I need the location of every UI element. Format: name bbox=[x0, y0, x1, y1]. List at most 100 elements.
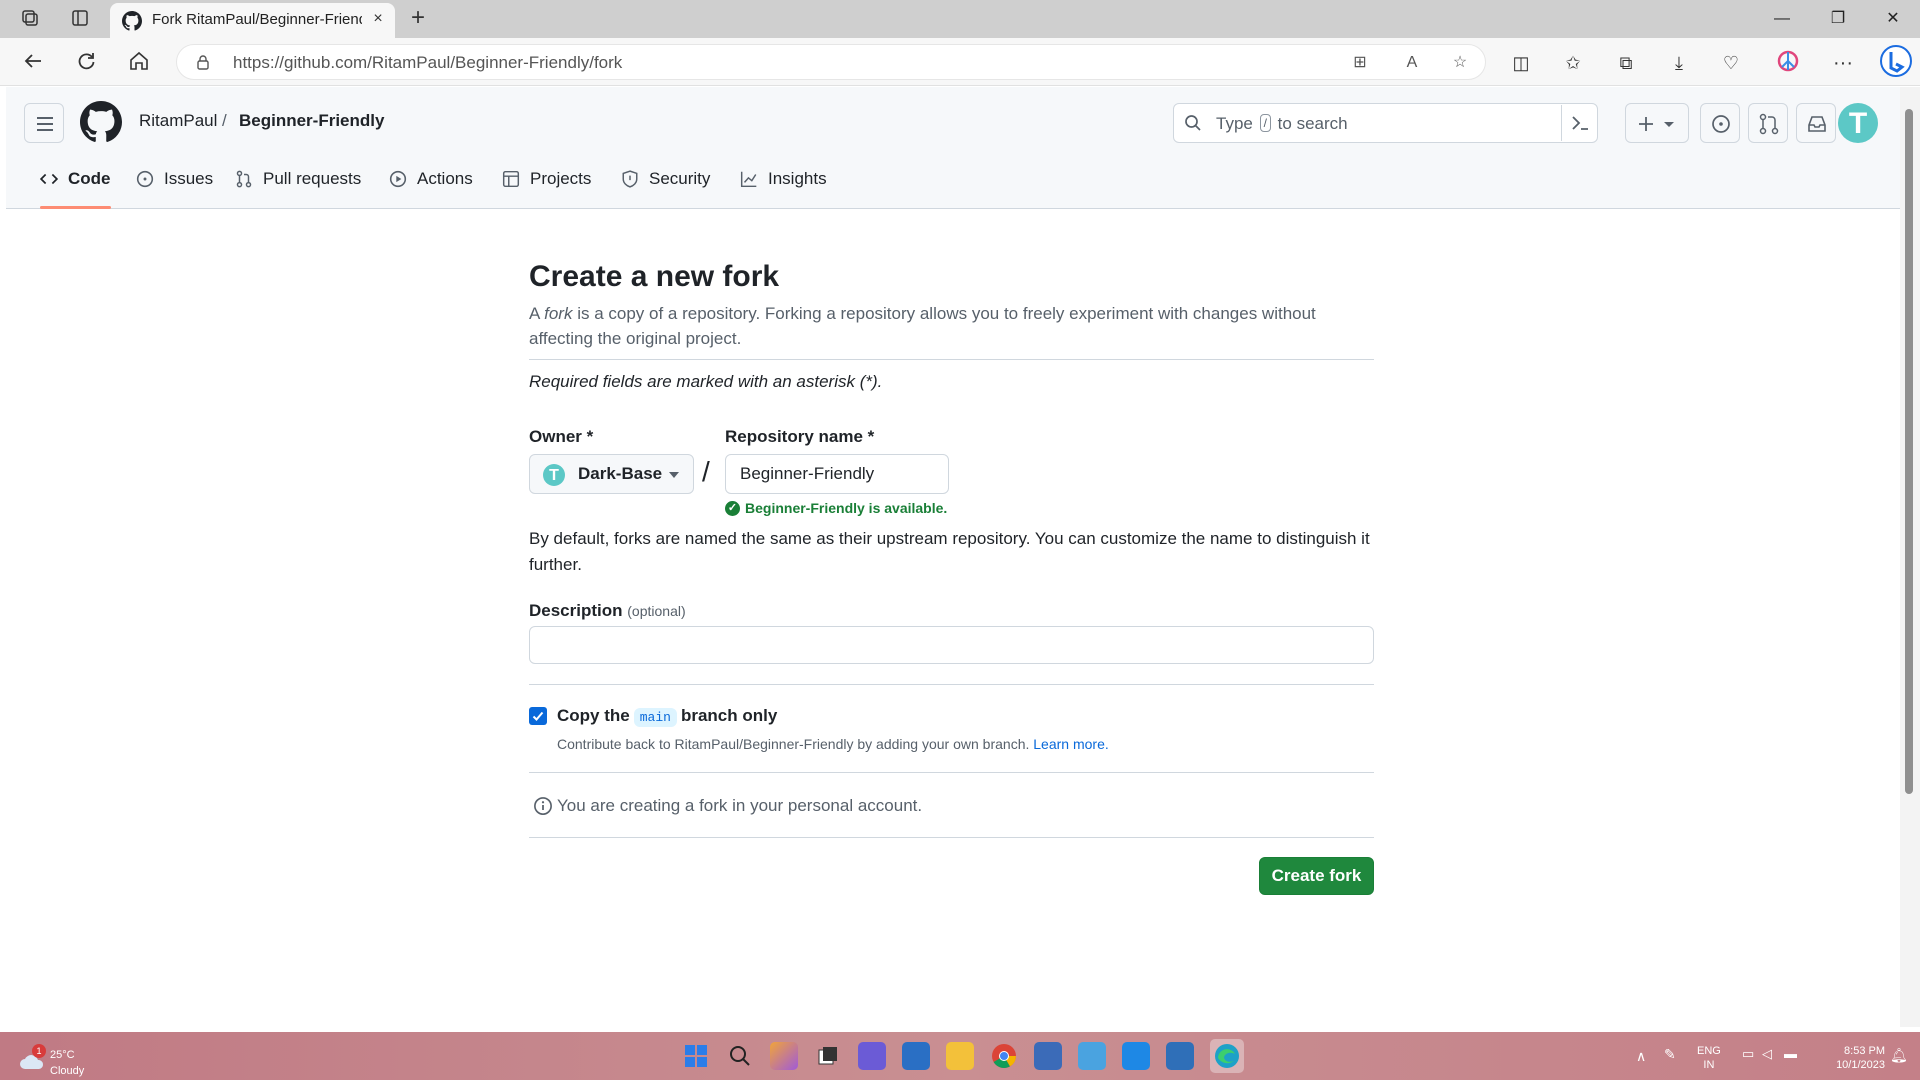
breadcrumb-repo-link[interactable]: Beginner-Friendly bbox=[239, 111, 384, 131]
tab-projects[interactable]: Projects bbox=[502, 159, 591, 209]
tab-insights[interactable]: Insights bbox=[740, 159, 827, 209]
copy-pre-text: Copy the bbox=[557, 706, 630, 725]
command-palette-button[interactable] bbox=[1561, 105, 1597, 141]
scrollbar-thumb[interactable] bbox=[1905, 109, 1913, 794]
breadcrumb-owner-link[interactable]: RitamPaul bbox=[139, 111, 217, 131]
tray-chevron-icon[interactable]: ∧ bbox=[1636, 1048, 1646, 1065]
page-scrollbar[interactable] bbox=[1900, 87, 1920, 1027]
collections-icon[interactable]: ⧉ bbox=[1613, 50, 1639, 76]
browser-toolbar: https://github.com/RitamPaul/Beginner-Fr… bbox=[0, 38, 1920, 86]
back-icon[interactable] bbox=[20, 50, 46, 76]
repo-name-input[interactable] bbox=[725, 454, 949, 494]
volume-icon[interactable]: ◁ bbox=[1762, 1046, 1772, 1062]
code-icon bbox=[40, 173, 58, 185]
network-icon[interactable]: ▭ bbox=[1742, 1046, 1754, 1062]
issues-button[interactable] bbox=[1700, 103, 1740, 143]
copilot-icon[interactable] bbox=[1880, 45, 1912, 77]
search-key-hint: / bbox=[1259, 114, 1271, 132]
divider bbox=[529, 359, 1374, 360]
tab-pull-requests[interactable]: Pull requests bbox=[235, 159, 361, 209]
start-icon[interactable] bbox=[682, 1042, 710, 1070]
description-label-text: Description bbox=[529, 601, 623, 620]
tab-security[interactable]: Security bbox=[621, 159, 710, 209]
task-view-icon[interactable] bbox=[814, 1042, 842, 1070]
github-logo-icon[interactable] bbox=[80, 101, 122, 143]
page-title: Create a new fork bbox=[529, 260, 780, 293]
refresh-icon[interactable] bbox=[73, 50, 99, 76]
search-input[interactable]: Type / to search bbox=[1173, 103, 1598, 143]
tab-code-label: Code bbox=[68, 169, 111, 188]
app-icon[interactable] bbox=[1078, 1042, 1106, 1070]
description-input[interactable] bbox=[529, 626, 1374, 664]
tab-title: Fork RitamPaul/Beginner-Friendly bbox=[152, 11, 362, 28]
minimize-button[interactable]: — bbox=[1762, 4, 1802, 34]
pull-request-icon bbox=[236, 170, 252, 188]
battery-icon[interactable]: ▬ bbox=[1784, 1046, 1797, 1061]
windows-taskbar: 1 25°C Cloudy ∧ ✎ ENG IN ▭ ◁ ▬ 8:53 PM 10/… bbox=[0, 1032, 1920, 1080]
create-new-button[interactable] bbox=[1625, 103, 1689, 143]
lang-1: ENG bbox=[1697, 1045, 1721, 1057]
edge-taskbar-icon[interactable] bbox=[1210, 1039, 1244, 1073]
clock[interactable]: 8:53 PM 10/1/2023 bbox=[1815, 1044, 1885, 1072]
restore-button[interactable]: ❐ bbox=[1818, 4, 1858, 34]
pull-request-icon bbox=[1759, 113, 1779, 135]
divider bbox=[529, 772, 1374, 773]
new-tab-button[interactable]: + bbox=[405, 6, 431, 32]
tab-code[interactable]: Code bbox=[40, 159, 111, 209]
clock-app-icon[interactable] bbox=[1122, 1042, 1150, 1070]
inbox-button[interactable] bbox=[1796, 103, 1836, 143]
favorite-star-icon[interactable]: ☆ bbox=[1449, 53, 1471, 73]
tab-actions-icon[interactable] bbox=[68, 8, 92, 30]
favorites-icon[interactable]: ✩ bbox=[1560, 50, 1586, 76]
owner-repo-separator: / bbox=[702, 456, 710, 487]
search-taskbar-icon[interactable] bbox=[726, 1042, 754, 1070]
graph-icon bbox=[740, 171, 757, 188]
shield-icon bbox=[622, 170, 638, 188]
home-icon[interactable] bbox=[126, 50, 152, 76]
breadcrumb-separator: / bbox=[222, 111, 227, 130]
browser-essentials-icon[interactable]: ♡ bbox=[1718, 50, 1744, 76]
pull-requests-button[interactable] bbox=[1748, 103, 1788, 143]
notification-bell-icon[interactable]: 🔔︎ bbox=[1890, 1047, 1908, 1064]
lock-icon[interactable] bbox=[195, 54, 211, 70]
owner-select[interactable]: T Dark-Base bbox=[529, 454, 694, 494]
copy-branch-label[interactable]: Copy the main branch only bbox=[557, 706, 777, 727]
user-avatar[interactable]: T bbox=[1838, 103, 1878, 143]
apps-icon[interactable]: ⊞ bbox=[1349, 53, 1371, 73]
tab-issues[interactable]: Issues bbox=[136, 159, 213, 209]
pen-icon[interactable]: ✎ bbox=[1664, 1046, 1676, 1063]
notepad-icon[interactable] bbox=[1166, 1042, 1194, 1070]
split-screen-icon[interactable]: ◫ bbox=[1508, 50, 1534, 76]
checkmark-icon bbox=[532, 711, 544, 721]
tab-actions[interactable]: Actions bbox=[389, 159, 473, 209]
github-favicon-icon bbox=[122, 11, 142, 31]
language-indicator[interactable]: ENG IN bbox=[1697, 1044, 1721, 1072]
read-aloud-icon[interactable]: A bbox=[1401, 53, 1423, 73]
chrome-icon[interactable] bbox=[990, 1042, 1018, 1070]
widgets-icon[interactable] bbox=[770, 1042, 798, 1070]
weather-widget[interactable]: 1 25°C Cloudy bbox=[16, 1040, 106, 1077]
github-header: RitamPaul / Beginner-Friendly Type / to … bbox=[6, 87, 1900, 209]
settings-more-icon[interactable]: ··· bbox=[1830, 50, 1856, 76]
divider bbox=[529, 837, 1374, 838]
copy-main-branch-checkbox[interactable] bbox=[529, 707, 547, 725]
address-bar[interactable]: https://github.com/RitamPaul/Beginner-Fr… bbox=[176, 44, 1486, 80]
file-explorer-icon[interactable] bbox=[946, 1042, 974, 1070]
optional-hint: (optional) bbox=[627, 603, 686, 619]
weather-temp: 25°C bbox=[50, 1049, 75, 1061]
tab-pull-requests-label: Pull requests bbox=[263, 169, 362, 188]
teams-icon[interactable] bbox=[858, 1042, 886, 1070]
tab-github-fork[interactable]: Fork RitamPaul/Beginner-Friendly × bbox=[110, 3, 395, 38]
tab-projects-label: Projects bbox=[530, 169, 592, 188]
workspaces-icon[interactable] bbox=[18, 8, 42, 30]
learn-more-link[interactable]: Learn more. bbox=[1033, 736, 1108, 752]
downloads-icon[interactable]: ⤓ bbox=[1666, 50, 1692, 76]
tab-close-button[interactable]: × bbox=[368, 9, 388, 29]
clock-time: 8:53 PM bbox=[1844, 1045, 1885, 1057]
extension-icon[interactable] bbox=[1775, 50, 1801, 76]
store-icon[interactable] bbox=[902, 1042, 930, 1070]
window-close-button[interactable]: ✕ bbox=[1873, 4, 1913, 34]
create-fork-button[interactable]: Create fork bbox=[1259, 857, 1374, 895]
global-menu-button[interactable] bbox=[24, 103, 64, 143]
calculator-icon[interactable] bbox=[1034, 1042, 1062, 1070]
